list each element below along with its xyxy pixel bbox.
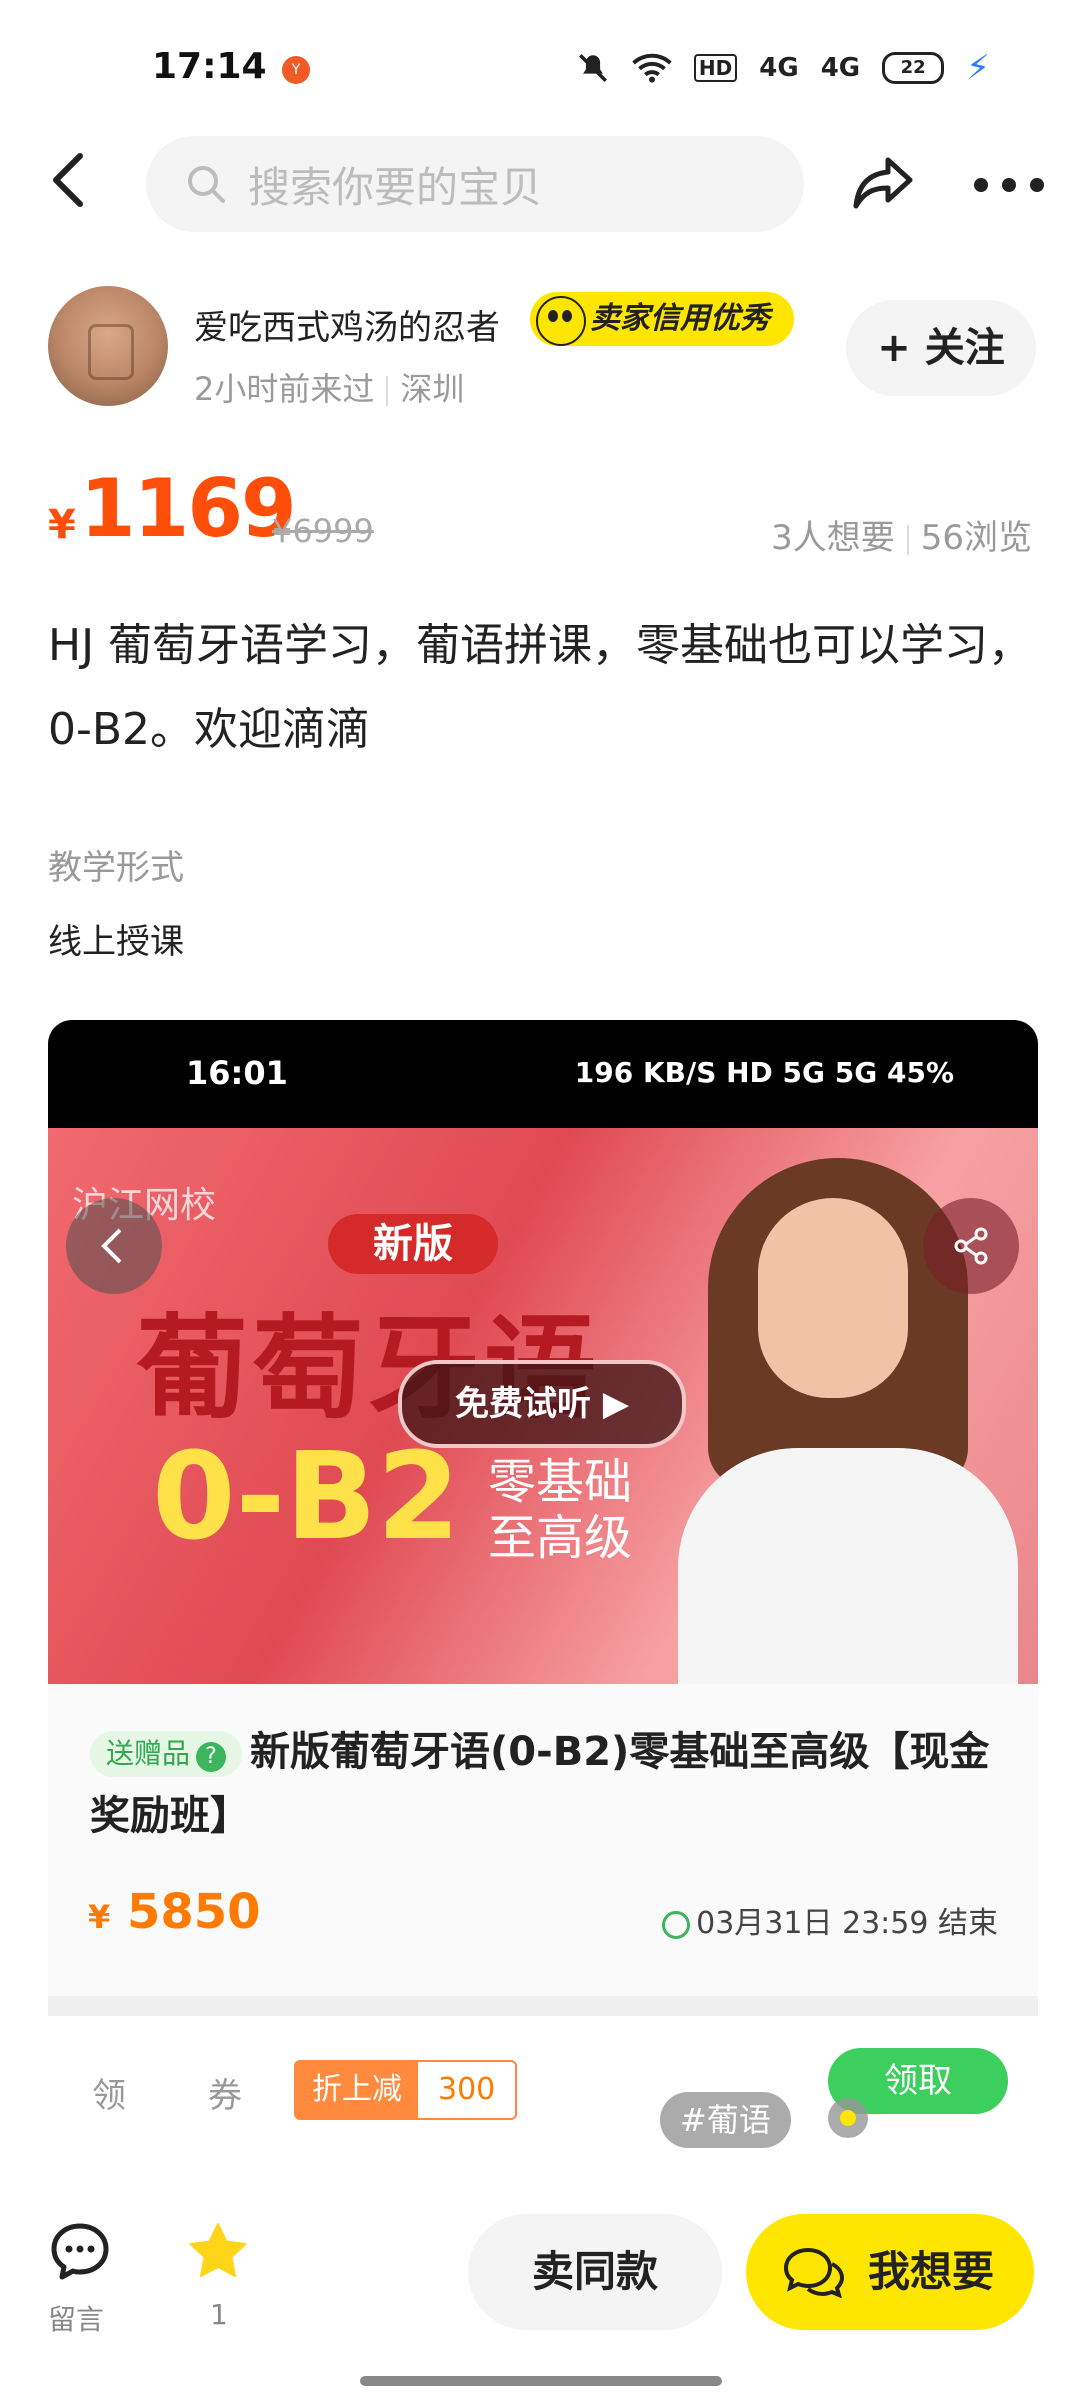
divider — [48, 1996, 1038, 2016]
status-time: 17:14 — [152, 46, 267, 87]
bottom-action-bar: 留言 1 卖同款 我想要 — [0, 2200, 1080, 2400]
favorite-star-icon[interactable] — [186, 2220, 250, 2284]
wants-count: 3人想要 — [771, 518, 895, 558]
course-banner: 沪江网校 新版 葡萄牙语 0-B2 零基础 至高级 免费试听 ▶ — [48, 1128, 1038, 1684]
signal-icon-2: 4G — [820, 53, 861, 83]
coupon-tag: 折上减 300 — [294, 2060, 518, 2120]
banner-level: 0-B2 — [152, 1428, 461, 1567]
price-currency: ¥ — [48, 502, 76, 548]
embedded-time: 16:01 — [186, 1054, 288, 1092]
message-label[interactable]: 留言 — [48, 2298, 104, 2338]
attribute-value: 线上授课 — [48, 922, 184, 962]
status-icons: HD 4G 4G 22 ⚡ — [576, 48, 990, 88]
free-trial-button: 免费试听 ▶ — [398, 1360, 686, 1448]
mascot-icon — [536, 296, 586, 346]
embedded-status-bar: 16:01 196 KB/S HD 5G 5G 45% — [48, 1020, 1038, 1128]
charging-icon: ⚡ — [966, 48, 990, 88]
seller-meta: 2小时前来过 深圳 — [194, 364, 464, 410]
banner-version: 新版 — [328, 1214, 498, 1274]
wifi-icon — [632, 53, 672, 83]
current-price: 1169 — [80, 462, 297, 555]
seller-credit-badge[interactable]: 卖家信用优秀 — [530, 292, 794, 346]
banner-share-icon — [923, 1198, 1019, 1294]
search-bar[interactable]: 搜索你要的宝贝 — [146, 136, 804, 232]
search-icon — [188, 166, 225, 203]
want-button[interactable]: 我想要 — [746, 2214, 1034, 2330]
gift-tag: 送赠品? — [90, 1731, 243, 1777]
hashtag-dot-icon[interactable] — [828, 2098, 868, 2138]
favorite-count[interactable]: 1 — [210, 2298, 228, 2331]
app-notification-icon: Y — [282, 56, 310, 84]
product-image[interactable]: 16:01 196 KB/S HD 5G 5G 45% 沪江网校 新版 葡萄牙语… — [48, 1020, 1038, 2180]
battery-icon: 22 — [882, 52, 945, 84]
attribute-key: 教学形式 — [48, 848, 184, 888]
home-indicator[interactable] — [360, 2376, 722, 2386]
hashtag-chip[interactable]: #葡语 — [660, 2092, 791, 2148]
seller-last-seen: 2小时前来过 — [194, 370, 375, 408]
help-icon: ? — [196, 1742, 227, 1772]
original-price: ¥6999 — [272, 512, 374, 550]
chat-bubbles-icon — [783, 2247, 845, 2298]
seller-name[interactable]: 爱吃西式鸡汤的忍者 — [194, 300, 500, 349]
seller-location: 深圳 — [400, 370, 465, 408]
status-bar: 17:14 Y HD 4G 4G 22 ⚡ — [0, 0, 1080, 120]
views-count: 56浏览 — [920, 518, 1032, 558]
embedded-status-icons: 196 KB/S HD 5G 5G 45% — [574, 1056, 954, 1089]
search-placeholder: 搜索你要的宝贝 — [248, 162, 543, 212]
banner-back-icon — [66, 1198, 162, 1294]
clock-icon — [662, 1910, 691, 1939]
sell-same-button[interactable]: 卖同款 — [468, 2214, 722, 2330]
seller-avatar[interactable] — [48, 286, 168, 406]
share-icon[interactable] — [850, 150, 916, 216]
course-title: 送赠品? 新版葡萄牙语(0-B2)零基础至高级【现金奖励班】 — [90, 1729, 990, 1839]
course-price: ¥ 5850 — [88, 1884, 261, 1940]
more-options-icon[interactable] — [974, 178, 1044, 192]
mute-icon — [578, 53, 607, 83]
back-arrow-icon[interactable] — [48, 150, 88, 210]
hd-icon: HD — [693, 54, 738, 82]
message-icon[interactable] — [48, 2220, 112, 2284]
item-description: HJ 葡萄牙语学习，葡语拼课，零基础也可以学习，0-B2。欢迎滴滴 — [48, 620, 1033, 755]
item-stats: 3人想要 56浏览 — [771, 510, 1032, 559]
banner-subtitle: 零基础 至高级 — [488, 1454, 633, 1566]
coupon-row: 领 券 折上减 300 领取 #葡语 — [48, 2016, 1038, 2180]
follow-button[interactable]: + 关注 — [846, 300, 1036, 396]
signal-icon-1: 4G — [759, 53, 799, 83]
course-deadline: 03月31日 23:59 结束 — [662, 1898, 998, 1942]
